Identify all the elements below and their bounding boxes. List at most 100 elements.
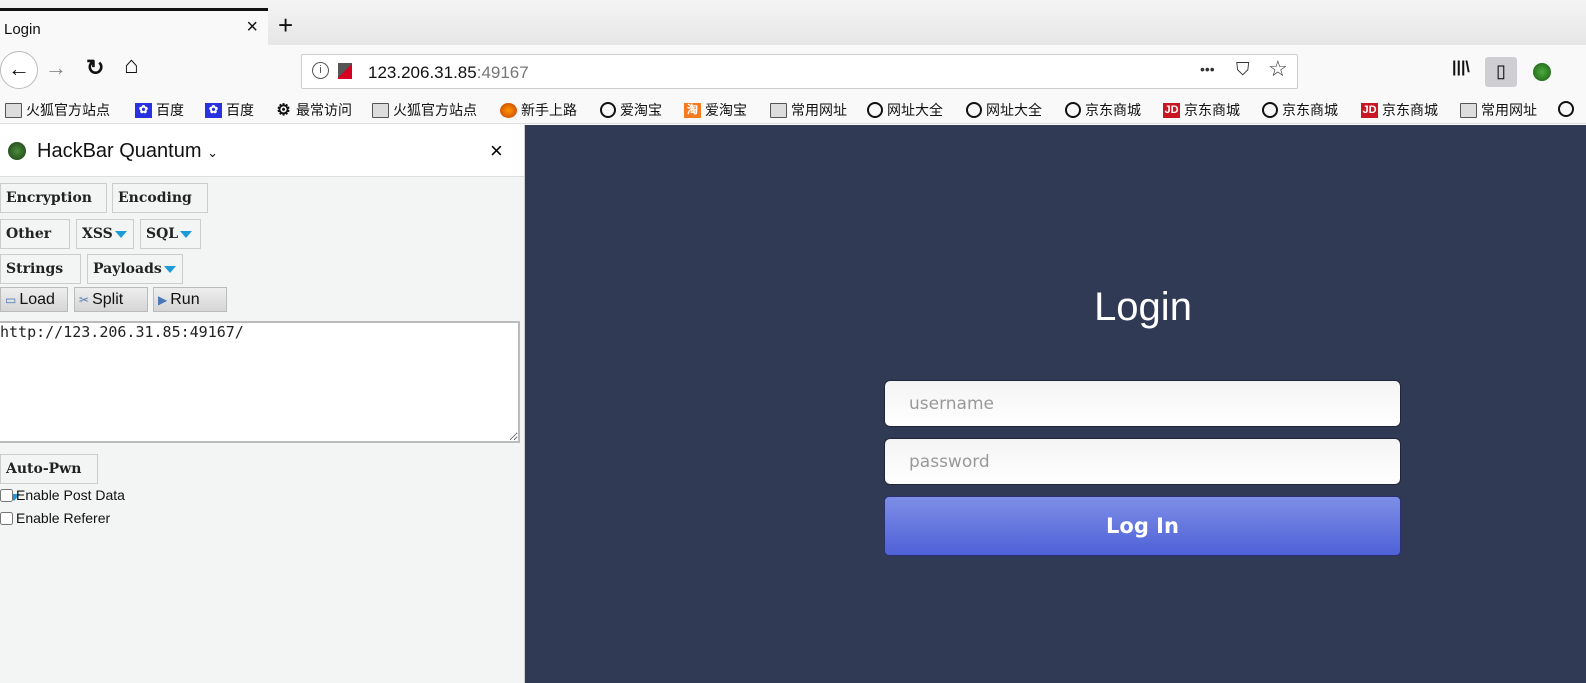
page-actions-icon[interactable]: ••• — [1200, 61, 1215, 77]
globe-icon — [1065, 102, 1081, 118]
bookmark-item[interactable]: 网址大全 — [867, 100, 943, 120]
url-textarea[interactable]: http://123.206.31.85:49167/ — [0, 321, 520, 443]
new-tab-button[interactable]: + — [278, 10, 293, 41]
encoding-menu[interactable]: Encoding — [112, 183, 208, 230]
enable-referer-checkbox[interactable] — [0, 511, 13, 525]
url-bar[interactable]: i 123.206.31.85:49167 ••• ⛉ ☆ — [301, 54, 1298, 89]
jd-icon: JD — [1163, 102, 1180, 118]
scissors-icon: ✂ — [79, 293, 90, 307]
bookmark-item[interactable]: 火狐官方站点 — [372, 100, 477, 120]
payloads-menu[interactable]: Payloads — [87, 254, 183, 284]
page-content: Login Log In — [525, 125, 1586, 683]
forward-button[interactable]: → — [45, 55, 67, 81]
url-host: 123.206.31.85 — [368, 63, 477, 82]
sql-menu[interactable]: SQL — [140, 219, 201, 249]
hackbar-extension-icon[interactable] — [1533, 63, 1551, 81]
globe-icon — [867, 102, 883, 118]
back-button[interactable]: ← — [0, 51, 38, 89]
bookmark-label: 京东商城 — [1382, 102, 1438, 118]
login-title: Login — [1094, 285, 1192, 329]
encryption-menu[interactable]: Encryption — [0, 183, 107, 230]
enable-referer[interactable]: Enable Referer — [0, 510, 110, 526]
firefox-icon — [500, 102, 517, 118]
tab-strip: Login × + — [0, 0, 1586, 46]
dropdown-arrow-icon — [180, 231, 193, 238]
globe-icon — [600, 102, 616, 118]
url-port: :49167 — [476, 63, 529, 82]
menu-label: Encoding — [118, 190, 192, 206]
bookmark-label: 常用网址 — [791, 102, 847, 118]
bookmarks-toolbar: 火狐官方站点 ✿ 百度 ✿ 百度 ⚙ 最常访问 火狐官方站点 新手上路 爱淘宝 淘爱淘宝 常用网址 网址… — [0, 95, 1586, 124]
taobao-icon: 淘 — [684, 102, 701, 118]
menu-label: Auto-Pwn — [6, 461, 82, 477]
bookmark-item[interactable]: 爱淘宝 — [600, 100, 662, 120]
bookmark-item[interactable]: 京东商城 — [1262, 100, 1338, 120]
bookmark-item[interactable]: 火狐官方站点 — [5, 100, 110, 120]
username-input[interactable] — [884, 380, 1401, 427]
folder-icon — [1460, 102, 1477, 118]
bookmark-item[interactable]: ✿ 百度 — [205, 100, 254, 120]
bookmark-item[interactable]: ✿ 百度 — [135, 100, 184, 120]
bookmark-label: 最常访问 — [296, 102, 352, 118]
menu-label: Strings — [6, 261, 64, 277]
hackbar-logo-icon — [8, 142, 26, 160]
bookmark-item[interactable]: 新手上路 — [500, 100, 577, 120]
password-input[interactable] — [884, 438, 1401, 485]
bookmark-label: 网址大全 — [887, 102, 943, 118]
other-menu[interactable]: Other — [0, 219, 70, 266]
menu-label: Payloads — [93, 261, 162, 277]
bookmark-label: 京东商城 — [1184, 102, 1240, 118]
login-button[interactable]: Log In — [884, 496, 1401, 556]
tab-login[interactable]: Login × — [0, 8, 268, 46]
bookmark-item[interactable]: 淘爱淘宝 — [684, 100, 747, 120]
insecure-lock-icon — [338, 63, 352, 79]
folder-icon — [770, 102, 787, 118]
menu-label: Other — [6, 226, 52, 242]
enable-post-data[interactable]: Enable Post Data — [0, 487, 125, 503]
globe-icon — [1262, 102, 1278, 118]
load-icon: ▭ — [5, 293, 17, 307]
sidebar-title-switcher[interactable]: HackBar Quantum ⌄ — [37, 140, 218, 163]
bookmark-label: 爱淘宝 — [620, 102, 662, 118]
baidu-icon: ✿ — [135, 102, 152, 118]
bookmark-item[interactable]: 常用网址 — [770, 100, 847, 120]
baidu-icon: ✿ — [205, 102, 222, 118]
library-icon[interactable]: |||\ — [1452, 59, 1470, 77]
bookmark-item[interactable]: ⚙ 最常访问 — [275, 100, 352, 120]
reload-button[interactable]: ↻ — [86, 55, 104, 81]
globe-icon[interactable] — [1558, 101, 1574, 117]
dropdown-arrow-icon — [114, 231, 127, 238]
bookmark-item[interactable]: JD 京东商城 — [1163, 100, 1240, 120]
gear-icon: ⚙ — [276, 101, 291, 119]
bookmark-item[interactable]: JD 京东商城 — [1361, 100, 1438, 120]
button-label: Run — [170, 291, 200, 308]
checkbox-label: Enable Referer — [16, 510, 111, 526]
bookmark-label: 京东商城 — [1085, 102, 1141, 118]
enable-post-checkbox[interactable] — [0, 488, 13, 502]
home-button[interactable]: ⌂ — [124, 52, 139, 80]
pocket-icon[interactable]: ⛉ — [1236, 59, 1250, 80]
sidebar-title: HackBar Quantum — [37, 140, 202, 162]
menu-label: SQL — [146, 226, 179, 242]
url-text[interactable]: 123.206.31.85:49167 — [368, 63, 529, 83]
folder-icon — [372, 102, 389, 118]
run-button[interactable]: ▶ Run — [153, 287, 227, 312]
checkbox-label: Enable Post Data — [16, 487, 125, 503]
nav-toolbar: ← → ↻ ⌂ i 123.206.31.85:49167 ••• ⛉ ☆ ||… — [0, 45, 1586, 95]
close-sidebar-icon[interactable]: × — [490, 138, 503, 164]
info-icon[interactable]: i — [312, 62, 329, 79]
split-url-button[interactable]: ✂ Split — [74, 287, 148, 312]
strings-menu[interactable]: Strings — [0, 254, 81, 301]
auto-pwn-menu[interactable]: Auto-Pwn — [0, 454, 98, 501]
xss-menu[interactable]: XSS — [76, 219, 134, 249]
folder-icon — [5, 102, 22, 118]
sidebar-toggle-icon[interactable]: ▯ — [1485, 57, 1517, 87]
load-url-button[interactable]: ▭ Load — [0, 287, 68, 312]
bookmark-item[interactable]: 京东商城 — [1065, 100, 1141, 120]
bookmark-star-icon[interactable]: ☆ — [1268, 56, 1288, 82]
bookmark-label: 火狐官方站点 — [26, 102, 110, 118]
close-tab-icon[interactable]: × — [246, 16, 258, 39]
bookmark-item[interactable]: 常用网址 — [1460, 100, 1537, 120]
bookmark-item[interactable]: 网址大全 — [966, 100, 1042, 120]
sidebar-header: HackBar Quantum ⌄ × — [0, 125, 524, 177]
